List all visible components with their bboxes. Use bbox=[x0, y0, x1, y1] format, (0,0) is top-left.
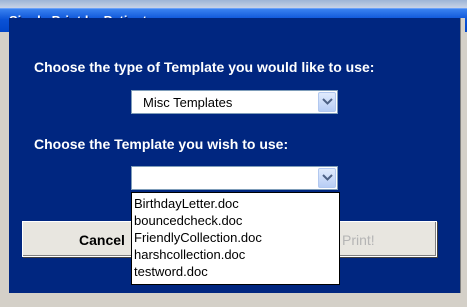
print-button-label: Print! bbox=[342, 232, 375, 248]
panel-edge bbox=[460, 18, 465, 293]
list-item[interactable]: FriendlyCollection.doc bbox=[134, 230, 262, 245]
template-label: Choose the Template you wish to use: bbox=[34, 136, 289, 152]
template-type-label: Choose the type of Template you would li… bbox=[34, 59, 375, 75]
background-window-strip bbox=[0, 0, 467, 8]
list-item[interactable]: bouncedcheck.doc bbox=[134, 213, 242, 228]
list-item[interactable]: BirthdayLetter.doc bbox=[134, 196, 239, 211]
template-type-dropdown-button[interactable] bbox=[318, 92, 336, 112]
chevron-down-icon bbox=[322, 98, 333, 105]
template-type-combo[interactable]: Misc Templates bbox=[131, 90, 338, 114]
template-type-value: Misc Templates bbox=[143, 95, 233, 110]
list-item[interactable]: testword.doc bbox=[134, 264, 208, 279]
cancel-button-label: Cancel bbox=[79, 232, 125, 248]
template-dropdown-button[interactable] bbox=[318, 168, 336, 188]
list-item[interactable]: harshcollection.doc bbox=[134, 247, 245, 262]
dialog-bottom-edge bbox=[0, 296, 467, 307]
template-combo[interactable] bbox=[131, 166, 338, 190]
print-button[interactable]: Print! bbox=[330, 221, 437, 257]
template-dropdown-list[interactable]: BirthdayLetter.doc bouncedcheck.doc Frie… bbox=[131, 192, 340, 285]
cancel-button[interactable]: Cancel bbox=[22, 221, 137, 257]
chevron-down-icon bbox=[322, 174, 333, 181]
